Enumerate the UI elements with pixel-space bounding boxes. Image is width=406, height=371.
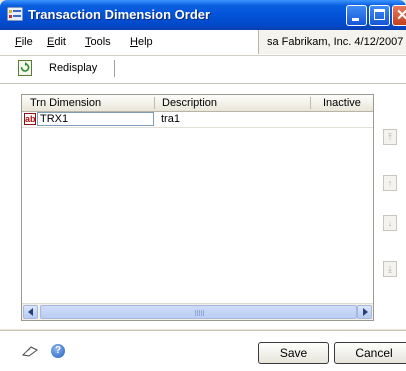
- description-cell: tra1: [161, 113, 180, 125]
- grid-header: Trn Dimension Description Inactive: [22, 95, 373, 112]
- redisplay-label: Redisplay: [49, 62, 98, 74]
- toolbar-separator: [114, 60, 115, 77]
- menu-help[interactable]: Help: [130, 36, 153, 48]
- arrow-right-icon: [363, 308, 368, 316]
- arrow-left-icon: [28, 308, 33, 316]
- window: Transaction Dimension Order ✕ File Edit …: [0, 0, 406, 371]
- cancel-button[interactable]: Cancel: [334, 342, 406, 364]
- move-bottom-button[interactable]: ⤓: [383, 261, 397, 277]
- maximize-icon: [374, 9, 385, 20]
- trn-dimension-cell[interactable]: TRX1: [37, 112, 154, 126]
- move-top-button[interactable]: ⤒: [383, 129, 397, 145]
- text-field-icon: ab: [24, 113, 36, 125]
- scroll-thumb[interactable]: [40, 305, 357, 319]
- toolbar: Redisplay: [0, 56, 406, 84]
- company-info: sa Fabrikam, Inc. 4/12/2007: [258, 30, 406, 54]
- company-info-text: sa Fabrikam, Inc. 4/12/2007: [267, 36, 404, 48]
- minimize-button[interactable]: [346, 5, 367, 26]
- menu-file[interactable]: File: [15, 36, 33, 48]
- close-icon: ✕: [396, 7, 406, 24]
- dimension-grid: Trn Dimension Description Inactive ab TR…: [21, 94, 374, 321]
- maximize-button[interactable]: [369, 5, 390, 26]
- move-top-icon: ⤒: [388, 132, 392, 142]
- scroll-right-button[interactable]: [357, 305, 372, 319]
- column-header-description[interactable]: Description: [162, 97, 217, 109]
- footer-bar: ? Save Cancel: [0, 330, 406, 371]
- content-area: Trn Dimension Description Inactive ab TR…: [0, 84, 406, 329]
- column-header-trn-dimension[interactable]: Trn Dimension: [30, 97, 101, 109]
- window-title: Transaction Dimension Order: [28, 7, 211, 22]
- note-icon[interactable]: [22, 345, 38, 357]
- move-down-button[interactable]: ↓: [383, 215, 397, 231]
- menu-tools[interactable]: Tools: [85, 36, 111, 48]
- menu-edit[interactable]: Edit: [47, 36, 66, 48]
- minimize-icon: [352, 18, 359, 21]
- column-separator: [310, 97, 311, 109]
- grip-icon: [195, 310, 204, 316]
- move-down-icon: ↓: [387, 218, 393, 228]
- title-bar[interactable]: Transaction Dimension Order ✕: [0, 0, 406, 30]
- redisplay-button[interactable]: Redisplay: [18, 59, 110, 79]
- close-button[interactable]: ✕: [392, 5, 406, 26]
- column-separator: [154, 97, 155, 109]
- grid-row[interactable]: ab TRX1 tra1: [22, 112, 373, 128]
- save-button[interactable]: Save: [258, 342, 329, 364]
- move-up-icon: ↑: [387, 178, 393, 188]
- scroll-left-button[interactable]: [23, 305, 38, 319]
- help-icon[interactable]: ?: [51, 344, 65, 358]
- horizontal-scrollbar[interactable]: [22, 303, 373, 320]
- column-header-inactive[interactable]: Inactive: [323, 97, 361, 109]
- redisplay-icon: [18, 60, 32, 76]
- move-bottom-icon: ⤓: [388, 264, 392, 274]
- move-up-button[interactable]: ↑: [383, 175, 397, 191]
- app-icon: [7, 7, 23, 21]
